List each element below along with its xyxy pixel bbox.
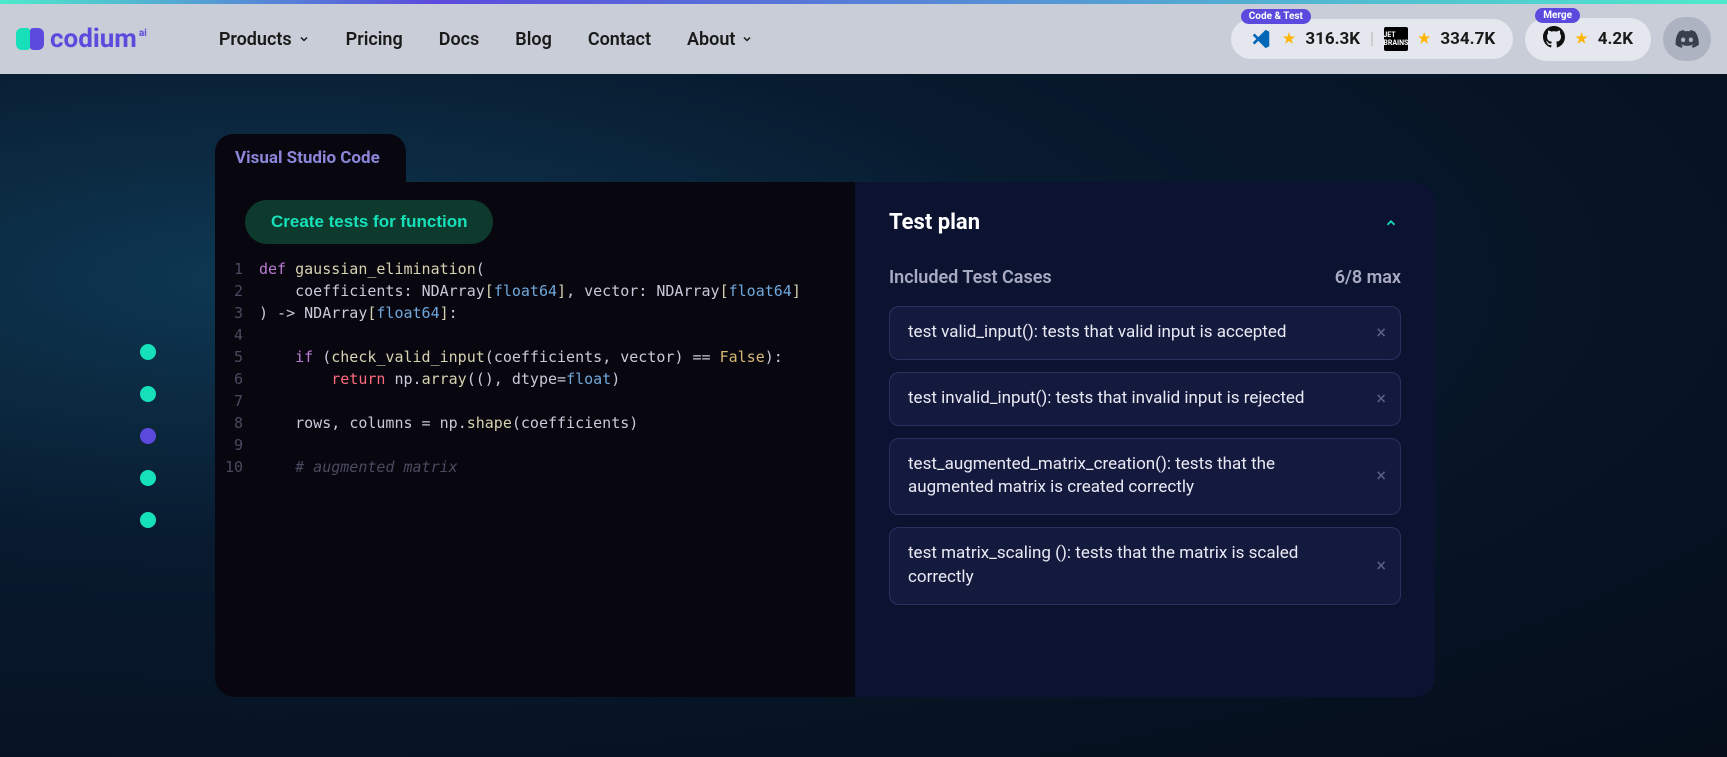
chevron-up-icon [1381, 216, 1401, 230]
test-case-item[interactable]: test invalid_input(): tests that invalid… [889, 372, 1401, 426]
code-content: def gaussian_elimination( [259, 258, 485, 280]
code-line: 2 coefficients: NDArray[float64], vector… [215, 280, 835, 302]
code-line: 1def gaussian_elimination( [215, 258, 835, 280]
test-plan-panel: Test plan Included Test Cases 6/8 max te… [855, 182, 1435, 697]
logo-icon [16, 28, 44, 50]
ide-tab[interactable]: Visual Studio Code [215, 134, 406, 182]
code-line: 8 rows, columns = np.shape(coefficients) [215, 412, 835, 434]
navbar: codium ai Products Pricing Docs Blog Con… [0, 4, 1727, 74]
plan-title: Test plan [889, 210, 980, 235]
close-icon[interactable]: × [1376, 320, 1386, 345]
stat-codetest[interactable]: Code & Test ★ 316.3K | JETBRAINS ★ 334.7… [1231, 19, 1513, 59]
nav-links: Products Pricing Docs Blog Contact About [219, 29, 754, 50]
badge-merge: Merge [1535, 8, 1580, 23]
line-number: 5 [215, 346, 259, 368]
code-line: 3) -> NDArray[float64]: [215, 302, 835, 324]
star-icon: ★ [1418, 31, 1431, 47]
nav-label: Docs [439, 29, 480, 50]
discord-icon [1675, 30, 1699, 48]
hero-section: Visual Studio Code Create tests for func… [0, 74, 1727, 757]
demo-panels: Create tests for function 1def gaussian_… [215, 182, 1435, 697]
nav-about[interactable]: About [687, 29, 753, 50]
star-icon: ★ [1283, 31, 1296, 47]
line-number: 9 [215, 434, 259, 456]
line-number: 1 [215, 258, 259, 280]
badge-code-test: Code & Test [1241, 9, 1311, 24]
brand-suffix: ai [139, 28, 147, 39]
nav-stats: Code & Test ★ 316.3K | JETBRAINS ★ 334.7… [1231, 17, 1711, 61]
step-dot[interactable] [140, 344, 156, 360]
code-line: 5 if (check_valid_input(coefficients, ve… [215, 346, 835, 368]
line-number: 4 [215, 324, 259, 346]
code-content: rows, columns = np.shape(coefficients) [259, 412, 638, 434]
close-icon[interactable]: × [1376, 553, 1386, 578]
step-dot[interactable] [140, 386, 156, 402]
nav-blog[interactable]: Blog [515, 29, 552, 50]
star-icon: ★ [1575, 31, 1588, 47]
plan-header[interactable]: Test plan [889, 210, 1401, 235]
code-content: coefficients: NDArray[float64], vector: … [259, 280, 801, 302]
stat-count-jetbrains: 334.7K [1440, 29, 1495, 49]
nav-label: About [687, 29, 735, 50]
discord-button[interactable] [1663, 17, 1711, 61]
nav-label: Products [219, 29, 292, 50]
line-number: 6 [215, 368, 259, 390]
brand-name: codium [50, 24, 137, 54]
nav-pricing[interactable]: Pricing [346, 29, 403, 50]
vscode-icon [1249, 27, 1273, 51]
nav-docs[interactable]: Docs [439, 29, 480, 50]
line-number: 8 [215, 412, 259, 434]
nav-label: Contact [588, 29, 651, 50]
plan-counter: 6/8 max [1335, 267, 1401, 288]
line-number: 7 [215, 390, 259, 412]
chevron-down-icon [741, 33, 753, 45]
line-number: 2 [215, 280, 259, 302]
step-dots [140, 344, 156, 528]
code-line: 4 [215, 324, 835, 346]
close-icon[interactable]: × [1376, 386, 1386, 411]
stat-merge[interactable]: Merge ★ 4.2K [1525, 18, 1651, 61]
plan-subheader: Included Test Cases 6/8 max [889, 267, 1401, 288]
code-content: ) -> NDArray[float64]: [259, 302, 458, 324]
stat-count-vscode: 316.3K [1305, 29, 1360, 49]
code-line: 9 [215, 434, 835, 456]
test-case-item[interactable]: test matrix_scaling (): tests that the m… [889, 527, 1401, 605]
test-case-item[interactable]: test valid_input(): tests that valid inp… [889, 306, 1401, 360]
code-content: if (check_valid_input(coefficients, vect… [259, 346, 783, 368]
plan-subtitle: Included Test Cases [889, 267, 1052, 288]
code-content: return np.array((), dtype=float) [259, 368, 620, 390]
stat-count-github: 4.2K [1598, 29, 1633, 49]
nav-products[interactable]: Products [219, 29, 310, 50]
line-number: 3 [215, 302, 259, 324]
nav-contact[interactable]: Contact [588, 29, 651, 50]
nav-label: Pricing [346, 29, 403, 50]
code-content: # augmented matrix [259, 456, 458, 478]
test-case-item[interactable]: test_augmented_matrix_creation(): tests … [889, 438, 1401, 516]
code-line: 7 [215, 390, 835, 412]
github-icon [1543, 26, 1565, 53]
code-panel: Create tests for function 1def gaussian_… [215, 182, 855, 697]
demo-stage: Visual Studio Code Create tests for func… [215, 134, 1435, 697]
separator: | [1370, 29, 1374, 49]
code-editor: 1def gaussian_elimination(2 coefficients… [215, 258, 855, 478]
code-line: 6 return np.array((), dtype=float) [215, 368, 835, 390]
close-icon[interactable]: × [1376, 464, 1386, 489]
brand-logo[interactable]: codium ai [16, 24, 147, 54]
chevron-down-icon [298, 33, 310, 45]
line-number: 10 [215, 456, 259, 478]
nav-label: Blog [515, 29, 552, 50]
test-cases-list: test valid_input(): tests that valid inp… [889, 306, 1401, 605]
step-dot[interactable] [140, 470, 156, 486]
step-dot[interactable] [140, 512, 156, 528]
code-line: 10 # augmented matrix [215, 456, 835, 478]
create-tests-button[interactable]: Create tests for function [245, 200, 493, 244]
step-dot-active[interactable] [140, 428, 156, 444]
jetbrains-icon: JETBRAINS [1384, 27, 1408, 51]
